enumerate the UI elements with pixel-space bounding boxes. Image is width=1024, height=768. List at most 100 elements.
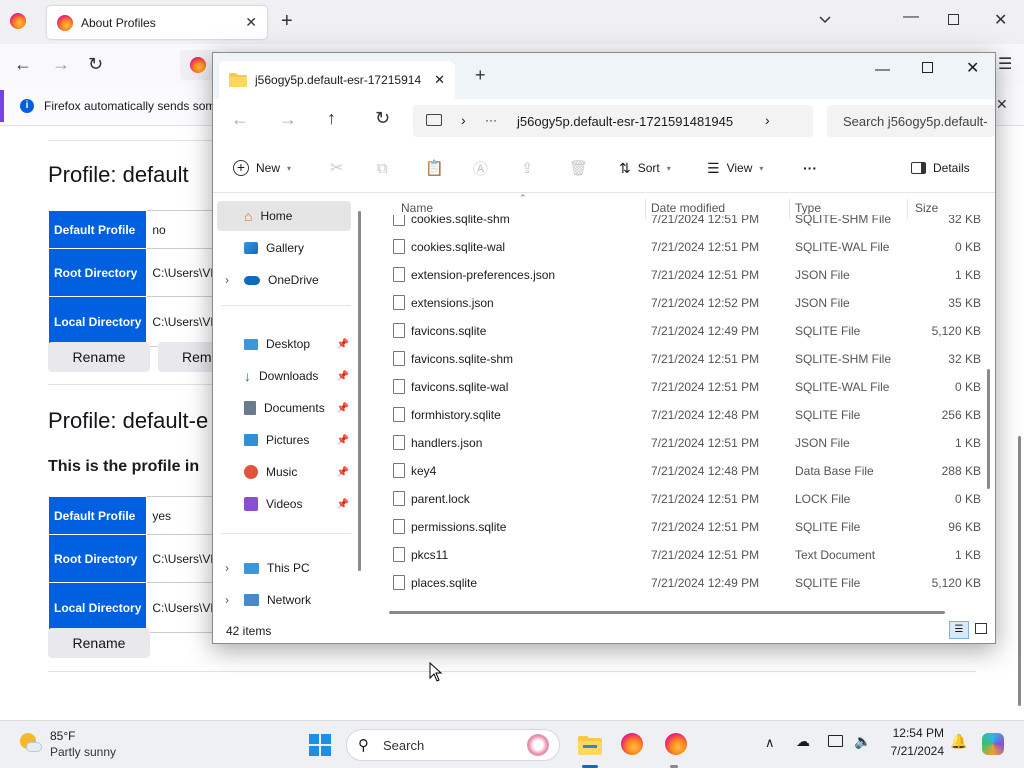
reload-icon[interactable]: ↻ [88, 54, 103, 75]
delete-icon[interactable]: 🗑 [569, 143, 588, 193]
pin-icon[interactable]: 📌 [337, 499, 349, 510]
nav-item-desktop[interactable]: Desktop 📌 [213, 329, 353, 359]
firefox-taskbar-icon[interactable] [664, 732, 688, 756]
close-notification-icon[interactable]: ✕ [996, 96, 1008, 113]
nav-item-videos[interactable]: Videos 📌 [213, 489, 353, 519]
cut-icon[interactable]: ✂ [330, 143, 343, 193]
chevron-right-icon[interactable]: › [225, 593, 236, 607]
firefox-esr-taskbar-icon[interactable] [620, 732, 644, 756]
refresh-icon[interactable]: ↻ [375, 108, 390, 129]
back-icon[interactable]: ← [231, 109, 249, 130]
nav-item-downloads[interactable]: ↓ Downloads 📌 [213, 361, 353, 391]
list-tabs-icon[interactable] [818, 12, 832, 26]
address-bar[interactable]: › ··· j56ogy5p.default-esr-1721591481945… [413, 105, 813, 137]
address-path[interactable]: j56ogy5p.default-esr-1721591481945 [517, 114, 733, 129]
remove-button[interactable]: Rem [158, 342, 218, 372]
page-scrollbar[interactable] [1018, 436, 1021, 706]
clock-date[interactable]: 7/21/2024 [886, 744, 944, 758]
taskbar-search[interactable]: ⚲ Search [346, 729, 560, 761]
share-icon[interactable]: ⇪ [521, 143, 534, 193]
pin-icon[interactable]: 📌 [337, 371, 349, 382]
chevron-right-icon[interactable]: › [225, 273, 236, 287]
pin-icon[interactable]: 📌 [337, 467, 349, 478]
weather-widget[interactable]: 85°F Partly sunny [14, 727, 124, 763]
file-row[interactable]: favicons.sqlite-wal 7/21/2024 12:51 PM SQL… [371, 373, 981, 401]
column-header-date[interactable]: Date modified [651, 201, 725, 215]
restore-icon[interactable] [948, 14, 959, 25]
start-icon[interactable] [307, 732, 333, 758]
network-offline-icon[interactable]: ☁ [796, 733, 810, 750]
file-explorer-taskbar-icon[interactable] [576, 729, 604, 761]
file-row[interactable]: pkcs11 7/21/2024 12:51 PM Text Document 1 K… [371, 541, 981, 569]
file-row[interactable]: favicons.sqlite-shm 7/21/2024 12:51 PM SQL… [371, 345, 981, 373]
forward-icon[interactable]: → [52, 54, 70, 75]
close-window-icon[interactable]: ✕ [966, 58, 979, 78]
pin-icon[interactable]: 📌 [337, 403, 349, 414]
new-tab-icon[interactable]: + [475, 65, 486, 86]
file-row[interactable]: permissions.sqlite 7/21/2024 12:51 PM SQLI… [371, 513, 981, 541]
nav-item-gallery[interactable]: Gallery [213, 233, 353, 263]
rename-button[interactable]: Rename [48, 628, 150, 658]
nav-item-pictures[interactable]: Pictures 📌 [213, 425, 353, 455]
copy-icon[interactable]: ⧉ [377, 143, 388, 193]
column-header-size[interactable]: Size [915, 201, 938, 215]
firefox-menu-icon[interactable] [10, 13, 26, 29]
file-row[interactable]: handlers.json 7/21/2024 12:51 PM JSON File… [371, 429, 981, 457]
forward-icon[interactable]: → [279, 109, 297, 130]
maximize-icon[interactable] [922, 62, 933, 73]
pin-icon[interactable]: 📌 [337, 435, 349, 446]
file-row[interactable]: places.sqlite 7/21/2024 12:49 PM SQLITE Fi… [371, 569, 981, 597]
minimize-icon[interactable]: — [903, 8, 919, 26]
details-view-icon[interactable]: ☰ [949, 621, 969, 639]
notification-bell-icon[interactable]: 🔔 [950, 733, 967, 750]
details-button[interactable]: Details [911, 143, 970, 193]
close-tab-icon[interactable]: ✕ [245, 14, 257, 31]
nav-item-home[interactable]: ⌂ Home [217, 201, 351, 231]
nav-item-this-pc[interactable]: › This PC [213, 553, 353, 583]
file-row[interactable]: favicons.sqlite 7/21/2024 12:49 PM SQLITE … [371, 317, 981, 345]
back-icon[interactable]: ← [14, 54, 32, 75]
close-tab-icon[interactable]: ✕ [434, 72, 445, 88]
nav-scrollbar[interactable] [358, 211, 361, 571]
column-header-name[interactable]: Name [401, 201, 433, 215]
new-button[interactable]: + New ▾ [233, 143, 291, 193]
volume-icon[interactable]: 🔈 [854, 733, 871, 750]
explorer-tab[interactable]: j56ogy5p.default-esr-17215914 ✕ [219, 61, 455, 99]
nav-item-network[interactable]: › Network [213, 585, 353, 615]
nav-item-documents[interactable]: Documents 📌 [213, 393, 353, 423]
address-ellipsis[interactable]: ··· [485, 113, 497, 127]
rename-button[interactable]: Rename [48, 342, 150, 372]
pin-icon[interactable]: 📌 [337, 339, 349, 350]
chevron-right-icon[interactable]: › [225, 561, 236, 575]
file-row[interactable]: key4 7/21/2024 12:48 PM Data Base File 288 … [371, 457, 981, 485]
minimize-icon[interactable]: — [875, 61, 890, 78]
file-row[interactable]: cookies.sqlite-shm 7/21/2024 12:51 PM SQLI… [371, 215, 981, 233]
file-row[interactable]: formhistory.sqlite 7/21/2024 12:48 PM SQLI… [371, 401, 981, 429]
app-menu-icon[interactable]: ☰ [998, 54, 1012, 74]
paste-icon[interactable]: 📋 [425, 143, 444, 193]
vertical-scrollbar[interactable] [987, 369, 990, 489]
sort-button[interactable]: ⇅ Sort ▾ [619, 143, 671, 193]
copilot-icon[interactable] [982, 733, 1004, 755]
file-row[interactable]: extension-preferences.json 7/21/2024 12:5… [371, 261, 981, 289]
column-header-type[interactable]: Type [795, 201, 821, 215]
clock-time[interactable]: 12:54 PM [886, 726, 944, 740]
more-options-icon[interactable]: ··· [803, 143, 817, 193]
tiles-view-icon[interactable] [975, 623, 987, 634]
nav-item-onedrive[interactable]: › OneDrive [213, 265, 353, 295]
file-row[interactable]: extensions.json 7/21/2024 12:52 PM JSON Fi… [371, 289, 981, 317]
nav-item-music[interactable]: Music 📌 [213, 457, 353, 487]
chevron-up-icon[interactable]: ∧ [765, 735, 775, 751]
up-icon[interactable]: ↑ [327, 108, 336, 129]
file-row[interactable]: parent.lock 7/21/2024 12:51 PM LOCK File 0 … [371, 485, 981, 513]
new-tab-icon[interactable]: + [281, 10, 293, 33]
display-icon[interactable] [828, 735, 843, 747]
file-row[interactable]: cookies.sqlite-wal 7/21/2024 12:51 PM SQLI… [371, 233, 981, 261]
firefox-tab-about-profiles[interactable]: About Profiles ✕ [47, 6, 267, 39]
chevron-right-icon[interactable]: › [765, 112, 770, 128]
search-box[interactable]: Search j56ogy5p.default- [827, 105, 995, 137]
close-window-icon[interactable]: ✕ [994, 10, 1007, 30]
rename-icon[interactable]: Ⓐ [473, 143, 488, 193]
horizontal-scrollbar[interactable] [389, 611, 945, 614]
view-button[interactable]: ☰ View ▾ [707, 143, 763, 193]
